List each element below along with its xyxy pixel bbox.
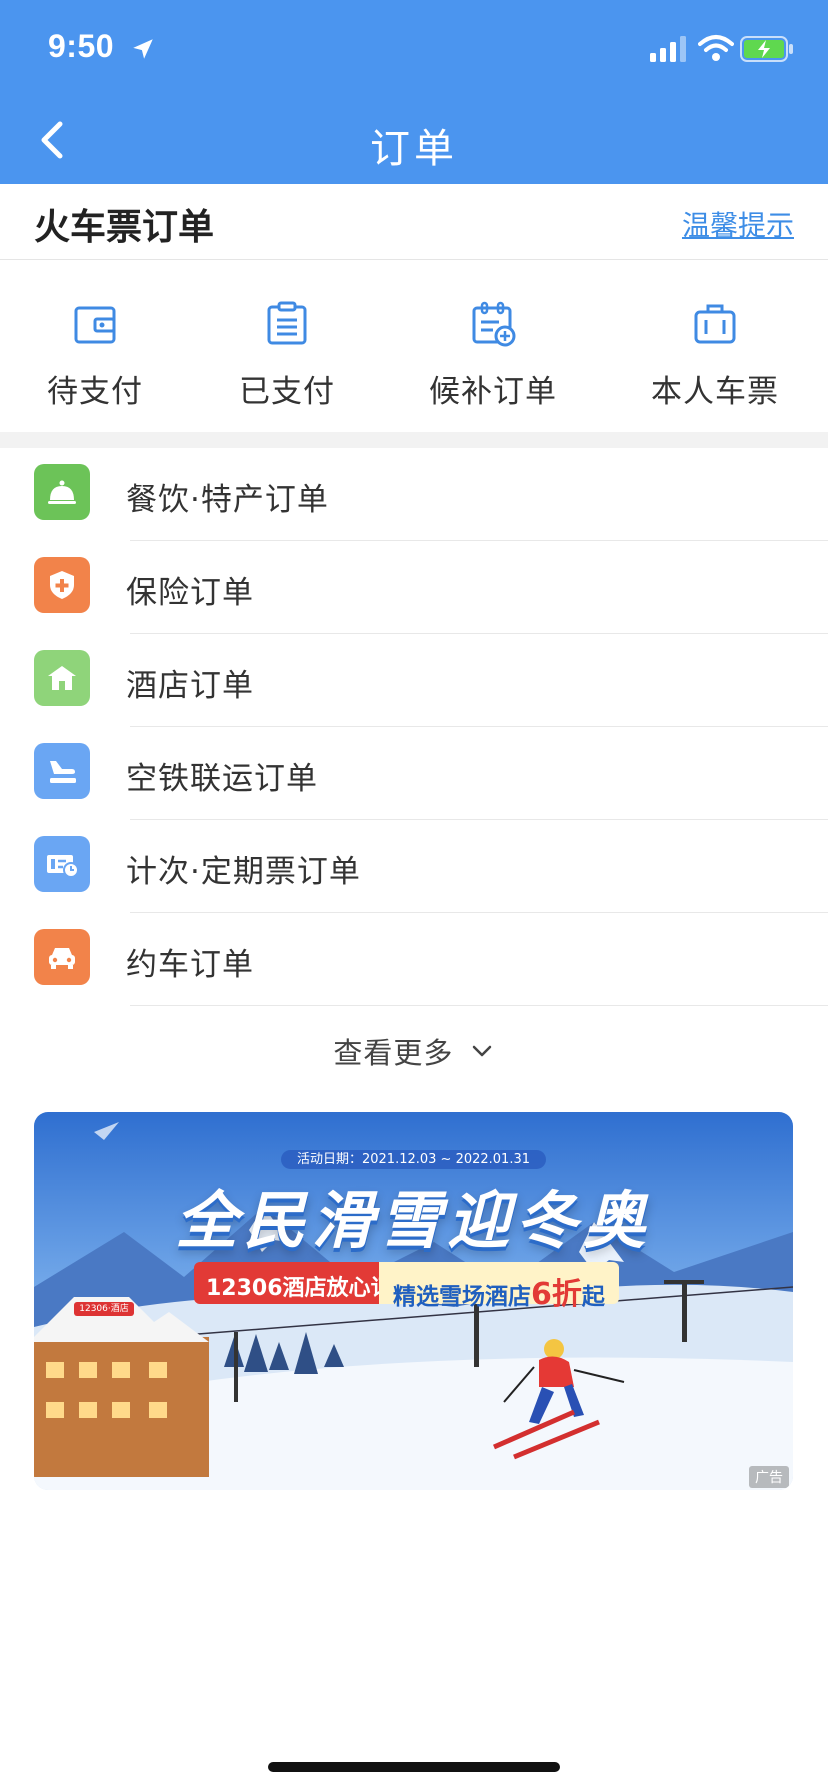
clipboard-list-icon [267, 301, 307, 345]
chevron-down-icon [472, 1045, 491, 1057]
list-item-air-rail-orders[interactable]: 空铁联运订单 [0, 727, 828, 820]
quick-entry-label: 待支付 [47, 374, 143, 410]
list-item-label: 约车订单 [126, 947, 254, 983]
tips-link[interactable]: 温馨提示 [682, 204, 794, 244]
promo-banner[interactable]: 活动日期：2021.12.03 ~ 2022.01.31 全民滑雪迎冬奥 123… [34, 1112, 793, 1490]
list-item-label: 计次·定期票订单 [126, 854, 361, 890]
quick-entry-my-tickets[interactable]: 本人车票 [620, 300, 810, 411]
home-indicator [268, 1762, 560, 1772]
ad-label: 广告 [749, 1466, 789, 1488]
wallet-icon [74, 306, 116, 344]
list-item-label: 空铁联运订单 [126, 761, 318, 797]
quick-entries: 待支付 已支付 候补订单 本人车票 [0, 262, 828, 432]
view-more-label: 查看更多 [333, 1036, 454, 1070]
order-list: 餐饮·特产订单 保险订单 酒店订单 空铁联运订单 计次·定期票订单 约车订单 [0, 448, 828, 1006]
list-item-label: 保险订单 [126, 575, 254, 611]
section-divider [0, 432, 828, 448]
banner-tag-right: 精选雪场酒店6折起 [379, 1262, 619, 1312]
list-item-label: 餐饮·特产订单 [126, 482, 329, 518]
plane-train-icon [34, 743, 90, 799]
list-item-period-ticket-orders[interactable]: 计次·定期票订单 [0, 820, 828, 913]
list-item-insurance-orders[interactable]: 保险订单 [0, 541, 828, 634]
page-title: 订单 [370, 126, 458, 172]
banner-hotel-sign: 12306·酒店 [79, 1304, 129, 1314]
suitcase-icon [694, 304, 736, 344]
view-more-button[interactable]: 查看更多 [0, 1030, 828, 1072]
section-title: 火车票订单 [34, 207, 215, 248]
banner-title: 全民滑雪迎冬奥 [175, 1184, 652, 1257]
quick-entry-waitlist[interactable]: 候补订单 [398, 300, 588, 411]
list-item-ride-orders[interactable]: 约车订单 [0, 913, 828, 1006]
ticket-clock-icon [34, 836, 90, 892]
status-time: 9:50 [48, 28, 115, 64]
car-icon [34, 929, 90, 985]
banner-tag-right-suffix: 起 [581, 1284, 605, 1310]
banner-tag-right-highlight: 6折 [531, 1277, 582, 1312]
location-arrow-icon [133, 39, 153, 59]
quick-entry-label: 本人车票 [651, 374, 779, 410]
banner-tag-right-prefix: 精选雪场酒店 [393, 1284, 531, 1310]
service-bell-icon [34, 464, 90, 520]
shield-plus-icon [34, 557, 90, 613]
status-bar: 9:50 [0, 0, 828, 100]
quick-entry-label: 候补订单 [429, 374, 557, 410]
list-item-food-orders[interactable]: 餐饮·特产订单 [0, 448, 828, 541]
calendar-add-icon [472, 301, 516, 347]
signal-icon [650, 36, 686, 62]
quick-entry-paid[interactable]: 已支付 [192, 300, 382, 411]
train-orders-section-header: 火车票订单 温馨提示 [0, 184, 828, 260]
header: 9:50 订单 [0, 0, 828, 184]
hotel-icon [34, 650, 90, 706]
list-item-hotel-orders[interactable]: 酒店订单 [0, 634, 828, 727]
list-item-label: 酒店订单 [126, 668, 254, 704]
quick-entry-pending-payment[interactable]: 待支付 [0, 300, 190, 411]
banner-date-text: 活动日期：2021.12.03 ~ 2022.01.31 [280, 1150, 547, 1169]
banner-tag-left: 12306酒店放心订 [194, 1262, 405, 1304]
banner-date: 活动日期：2021.12.03 ~ 2022.01.31 [34, 1148, 793, 1169]
divider [130, 1005, 828, 1006]
battery-charging-icon [740, 36, 793, 62]
wifi-icon [698, 35, 734, 61]
quick-entry-label: 已支付 [239, 374, 335, 410]
